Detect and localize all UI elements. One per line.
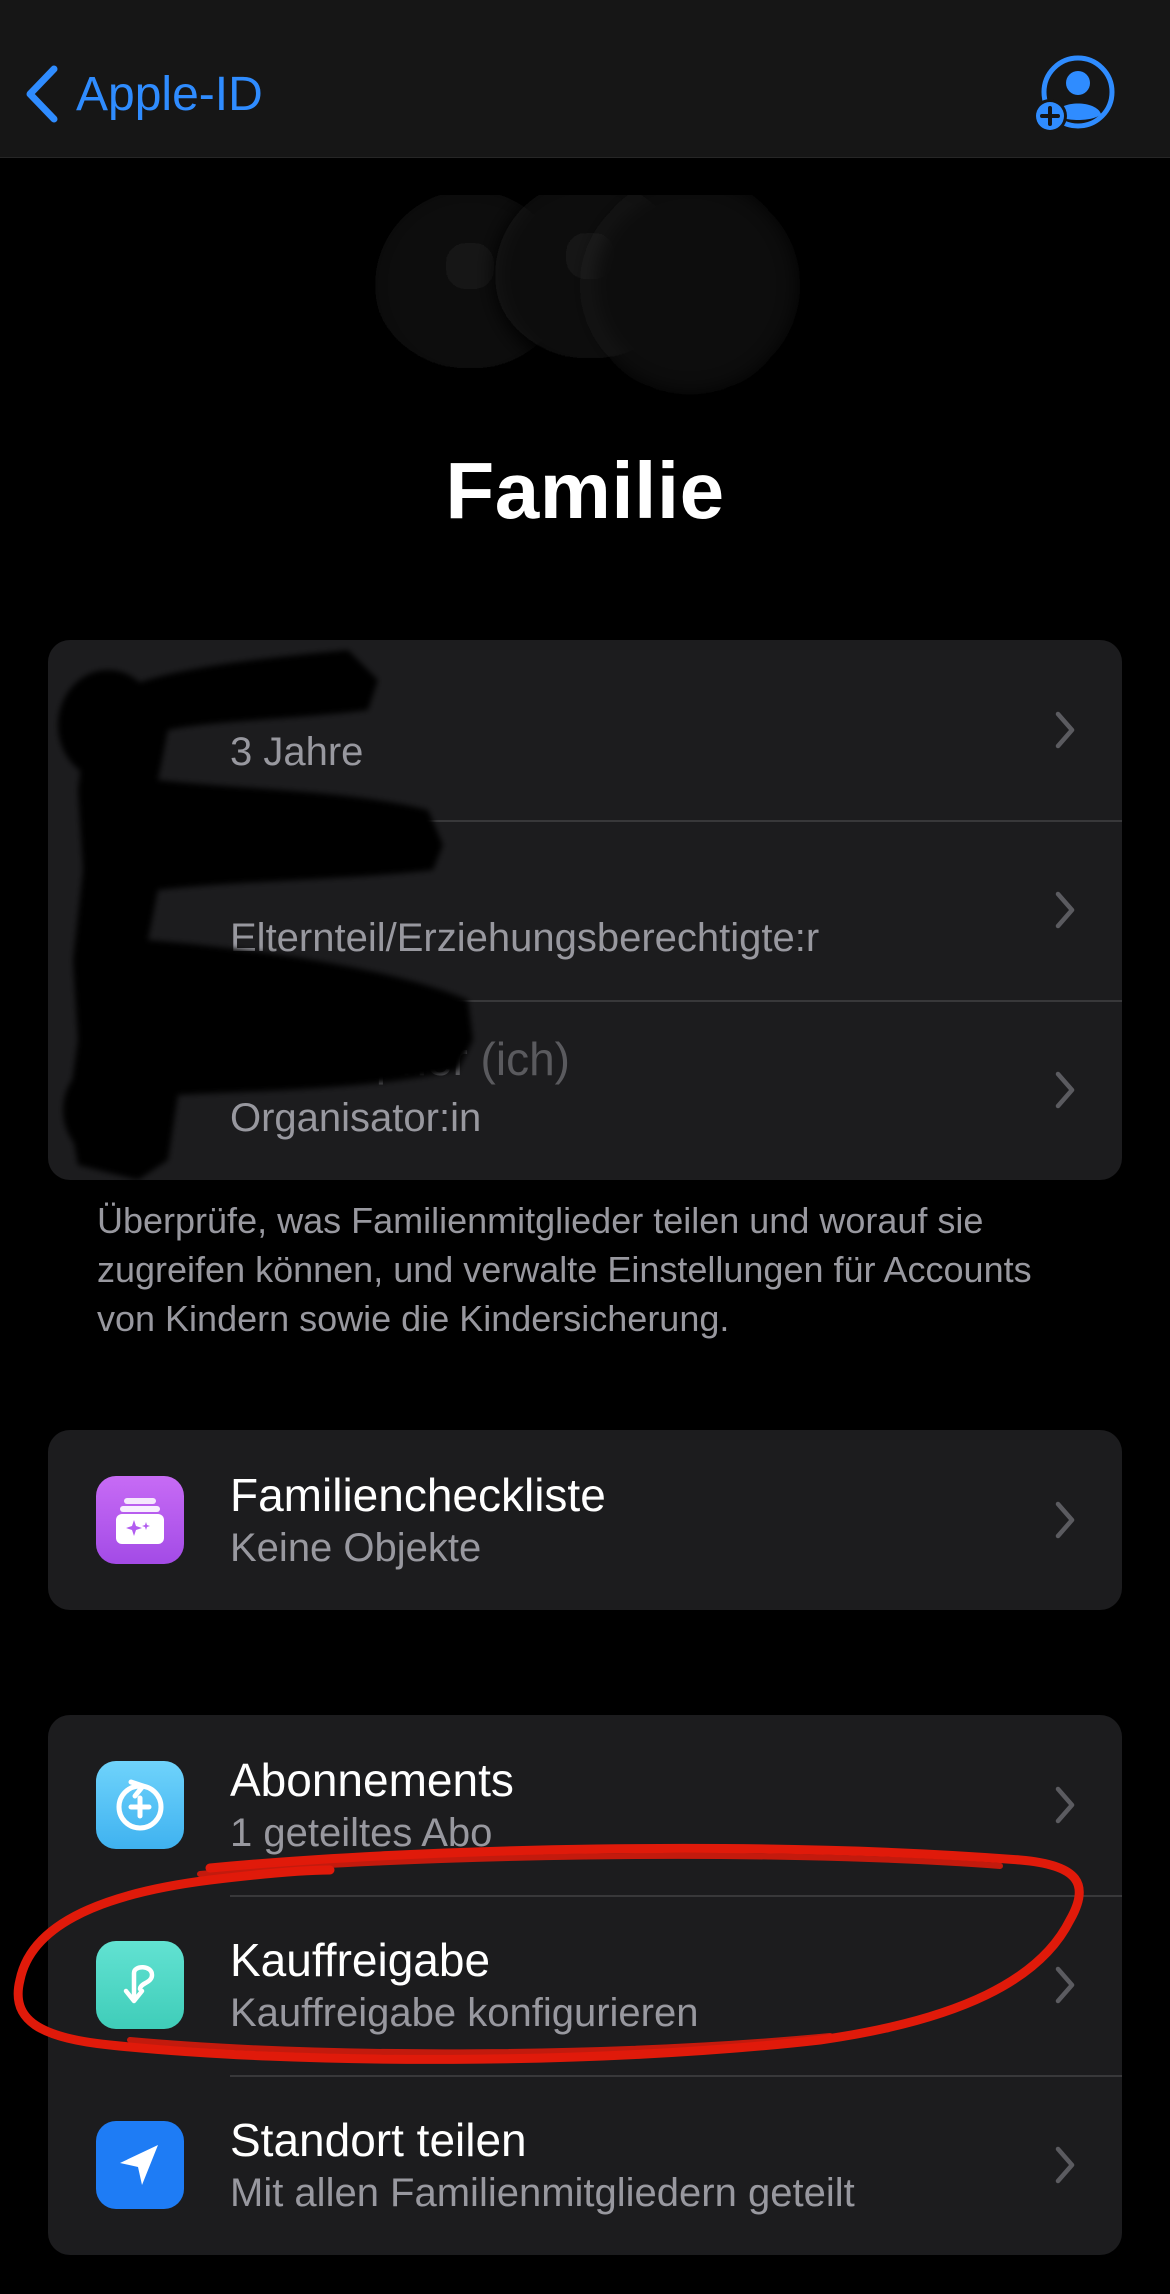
- subscriptions-subtitle: 1 geteiltes Abo: [230, 1811, 493, 1855]
- member-avatar: [591, 195, 789, 384]
- back-button-label: Apple-ID: [76, 67, 263, 121]
- page-title: Familie: [445, 446, 725, 535]
- checklist-subtitle: Keine Objekte: [230, 1526, 482, 1570]
- family-member-row[interactable]: Christopher (ich) Organisator:in: [48, 1000, 1122, 1180]
- subscriptions-icon: [96, 1761, 184, 1849]
- purchase-sharing-icon: [96, 1941, 184, 2029]
- family-services-list: Abonnements 1 geteiltes Abo Kauffreigabe…: [48, 1715, 1122, 2255]
- member-subtitle: 3 Jahre: [230, 730, 364, 774]
- checklist-title: Familiencheckliste: [230, 1469, 606, 1521]
- family-members-list: 3 Jahre Elternteil/Erziehungsberechtigte…: [48, 640, 1122, 1180]
- members-footer-note: Überprüfe, was Familienmitglieder teilen…: [97, 1200, 1032, 1339]
- chevron-right-icon: [1055, 1786, 1075, 1824]
- add-person-icon: [1033, 55, 1115, 133]
- subscriptions-title: Abonnements: [230, 1754, 514, 1806]
- location-arrow-icon: [96, 2121, 184, 2209]
- family-checklist-card: Familiencheckliste Keine Objekte: [48, 1430, 1122, 1610]
- family-member-row[interactable]: Elternteil/Erziehungsberechtigte:r: [48, 820, 1122, 1000]
- navigation-bar: Apple-ID: [0, 0, 1170, 158]
- family-checklist-icon: [96, 1476, 184, 1564]
- chevron-right-icon: [1055, 1071, 1075, 1109]
- location-sharing-title: Standort teilen: [230, 2114, 527, 2166]
- family-member-row[interactable]: 3 Jahre: [48, 640, 1122, 820]
- chevron-left-icon: [26, 65, 58, 123]
- chevron-right-icon: [1055, 891, 1075, 929]
- purchase-sharing-subtitle: Kauffreigabe konfigurieren: [230, 1991, 699, 2035]
- add-family-member-button[interactable]: [1032, 54, 1116, 138]
- family-checklist-row[interactable]: Familiencheckliste Keine Objekte: [48, 1430, 1122, 1610]
- family-avatars-group: [375, 195, 789, 384]
- subscriptions-row[interactable]: Abonnements 1 geteiltes Abo: [48, 1715, 1122, 1895]
- member-name: Christopher (ich): [230, 1033, 570, 1085]
- chevron-right-icon: [1055, 2146, 1075, 2184]
- back-button[interactable]: Apple-ID: [24, 58, 263, 130]
- purchase-sharing-title: Kauffreigabe: [230, 1934, 491, 1986]
- chevron-right-icon: [1055, 711, 1075, 749]
- member-subtitle: Elternteil/Erziehungsberechtigte:r: [230, 916, 820, 960]
- location-sharing-subtitle: Mit allen Familienmitgliedern geteilt: [230, 2171, 855, 2215]
- family-settings-screen: Apple-ID Familie 3 Jahre Elternteil/Erzi…: [0, 0, 1170, 2294]
- member-subtitle: Organisator:in: [230, 1096, 482, 1140]
- chevron-right-icon: [1055, 1501, 1075, 1539]
- chevron-right-icon: [1055, 1966, 1075, 2004]
- purchase-sharing-row[interactable]: Kauffreigabe Kauffreigabe konfigurieren: [48, 1895, 1122, 2075]
- location-sharing-row[interactable]: Standort teilen Mit allen Familienmitgli…: [48, 2075, 1122, 2255]
